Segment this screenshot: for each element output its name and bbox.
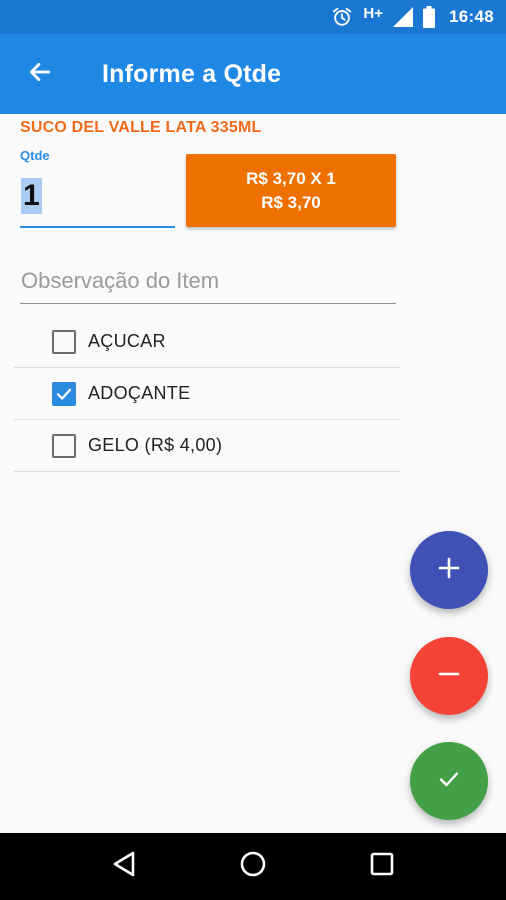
observation-placeholder: Observação do Item	[21, 268, 220, 293]
checkbox-gelo[interactable]	[52, 433, 76, 458]
checkbox-acucar[interactable]	[52, 329, 76, 354]
quantity-label: Qtde	[20, 148, 50, 163]
plus-icon	[438, 557, 460, 584]
back-button[interactable]	[10, 44, 70, 104]
add-quantity-button[interactable]	[410, 531, 488, 609]
check-icon	[56, 388, 72, 400]
alarm-icon	[331, 6, 353, 28]
product-name: SUCO DEL VALLE LATA 335ML	[20, 119, 262, 136]
signal-icon	[393, 7, 414, 27]
option-label: ADOÇANTE	[88, 383, 191, 403]
option-adocante[interactable]: ADOÇANTE	[14, 368, 401, 420]
app-toolbar: Informe a Qtde	[0, 34, 506, 114]
minus-icon	[438, 663, 460, 690]
confirm-button[interactable]	[410, 742, 488, 820]
option-label: GELO (R$ 4,00)	[88, 435, 223, 455]
network-type: H+	[363, 4, 384, 22]
home-circle-icon	[239, 850, 267, 883]
price-calculation: R$ 3,70 X 1	[246, 168, 336, 188]
price-button[interactable]: R$ 3,70 X 1 R$ 3,70	[186, 154, 396, 227]
options-list: AÇUCAR ADOÇANTE GELO (R$ 4,00)	[14, 316, 401, 472]
nav-recents-button[interactable]	[352, 837, 412, 897]
remove-quantity-button[interactable]	[410, 637, 488, 715]
nav-back-button[interactable]	[94, 837, 154, 897]
page-title: Informe a Qtde	[102, 59, 282, 88]
battery-icon	[423, 6, 436, 28]
recents-square-icon	[369, 851, 395, 882]
arrow-left-icon	[27, 59, 53, 90]
quantity-value: 1	[21, 178, 42, 214]
status-bar: H+ 16:48	[0, 0, 506, 34]
back-triangle-icon	[111, 850, 137, 883]
clock: 16:48	[449, 7, 494, 26]
option-label: AÇUCAR	[88, 331, 166, 351]
nav-home-button[interactable]	[223, 837, 283, 897]
quantity-input[interactable]: 1	[20, 170, 175, 228]
price-total: R$ 3,70	[261, 192, 321, 212]
system-nav-bar	[0, 833, 506, 900]
screen: H+ 16:48 Informe a Qtde SUCO DEL VALLE L…	[0, 0, 506, 900]
observation-input[interactable]: Observação do Item	[20, 262, 396, 304]
option-acucar[interactable]: AÇUCAR	[14, 316, 401, 368]
option-gelo[interactable]: GELO (R$ 4,00)	[14, 420, 401, 472]
check-icon	[437, 767, 461, 796]
checkbox-adocante[interactable]	[52, 381, 76, 406]
